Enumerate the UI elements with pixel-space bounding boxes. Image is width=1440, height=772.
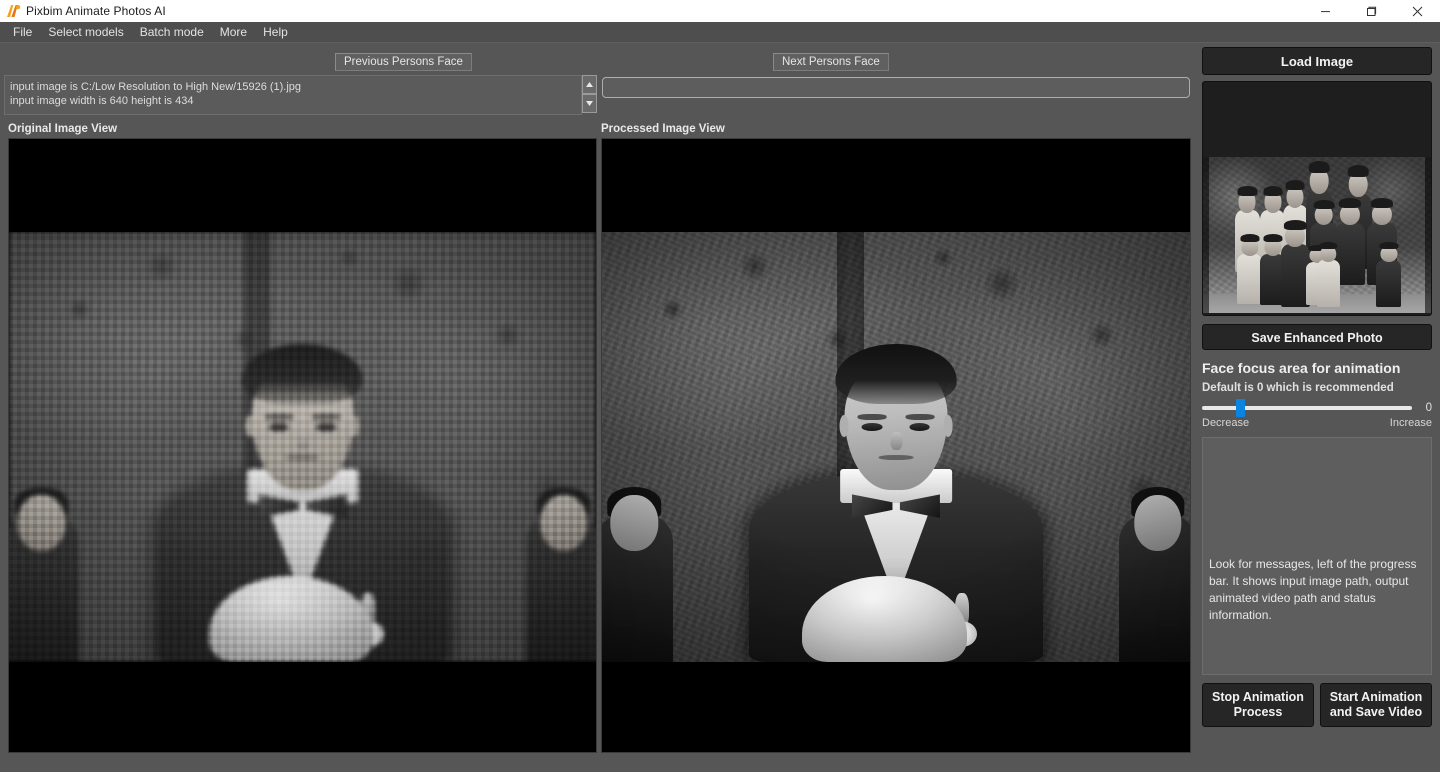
- right-sidebar: Load Image Save Enhanced Photo Face focu…: [1194, 43, 1440, 772]
- triangle-down-icon: [585, 100, 594, 107]
- processed-image-view[interactable]: Sharpened AI-enhanced black and white cr…: [601, 138, 1191, 753]
- triangle-up-icon: [585, 81, 594, 88]
- menu-bar: File Select models Batch mode More Help: [0, 22, 1440, 43]
- processed-image-view-label: Processed Image View: [601, 123, 725, 135]
- thumbnail-photo: [1203, 157, 1431, 313]
- scroll-up-button[interactable]: [582, 75, 597, 94]
- info-scroll-spinner[interactable]: [582, 75, 597, 113]
- message-box: Look for messages, left of the progress …: [1202, 437, 1432, 675]
- animation-actions-row: Stop Animation Process Start Animation a…: [1202, 683, 1432, 727]
- progress-bar: [602, 77, 1190, 98]
- menu-item-help[interactable]: Help: [255, 23, 296, 41]
- minimize-icon: [1320, 6, 1331, 17]
- letterbox-top: [602, 139, 1190, 232]
- face-focus-subtitle: Default is 0 which is recommended: [1202, 382, 1394, 394]
- title-bar: Pixbim Animate Photos AI: [0, 0, 1440, 22]
- restore-icon: [1366, 6, 1377, 17]
- message-text: Look for messages, left of the progress …: [1209, 557, 1417, 622]
- pixbim-logo-icon: [0, 0, 26, 22]
- slider-value-label: 0: [1425, 402, 1432, 414]
- letterbox-top: [9, 139, 596, 232]
- stop-animation-button[interactable]: Stop Animation Process: [1202, 683, 1314, 727]
- menu-item-file[interactable]: File: [5, 23, 40, 41]
- app-body: Previous Persons Face Next Persons Face …: [0, 43, 1440, 772]
- slider-handle[interactable]: [1235, 399, 1245, 417]
- letterbox-bottom: [9, 662, 596, 752]
- info-and-progress-row: input image is C:/Low Resolution to High…: [0, 73, 1194, 121]
- original-image-view[interactable]: Blurry low-resolution black and white vi…: [8, 138, 597, 753]
- window-title: Pixbim Animate Photos AI: [26, 4, 166, 18]
- letterbox-bottom: [602, 662, 1190, 752]
- thumbnail-preview[interactable]: Vintage black and white group family por…: [1202, 81, 1432, 316]
- face-navigation-row: Previous Persons Face Next Persons Face: [0, 43, 1194, 75]
- face-focus-slider[interactable]: [1202, 399, 1412, 417]
- input-info-box: input image is C:/Low Resolution to High…: [4, 75, 582, 115]
- restore-button[interactable]: [1348, 0, 1394, 22]
- menu-item-select-models[interactable]: Select models: [40, 23, 131, 41]
- save-enhanced-photo-button[interactable]: Save Enhanced Photo: [1202, 324, 1432, 350]
- previous-persons-face-button[interactable]: Previous Persons Face: [335, 53, 472, 71]
- original-image-view-label: Original Image View: [8, 123, 118, 135]
- start-animation-button[interactable]: Start Animation and Save Video: [1320, 683, 1432, 727]
- next-persons-face-button[interactable]: Next Persons Face: [773, 53, 889, 71]
- close-button[interactable]: [1394, 0, 1440, 22]
- window-controls: [1302, 0, 1440, 22]
- face-focus-heading: Face focus area for animation: [1202, 360, 1401, 376]
- processed-photo: [602, 232, 1190, 662]
- load-image-button[interactable]: Load Image: [1202, 47, 1432, 75]
- input-size-text: input image width is 640 height is 434: [10, 95, 194, 107]
- slider-decrease-label: Decrease: [1202, 417, 1250, 429]
- menu-item-batch-mode[interactable]: Batch mode: [132, 23, 212, 41]
- minimize-button[interactable]: [1302, 0, 1348, 22]
- slider-increase-label: Increase: [1389, 417, 1432, 429]
- input-path-text: input image is C:/Low Resolution to High…: [10, 81, 302, 93]
- slider-range-labels: Decrease Increase: [1202, 417, 1432, 429]
- scroll-down-button[interactable]: [582, 94, 597, 113]
- menu-item-more[interactable]: More: [212, 23, 255, 41]
- workspace: Previous Persons Face Next Persons Face …: [0, 43, 1194, 772]
- face-focus-slider-row: 0: [1202, 399, 1432, 417]
- close-icon: [1412, 6, 1423, 17]
